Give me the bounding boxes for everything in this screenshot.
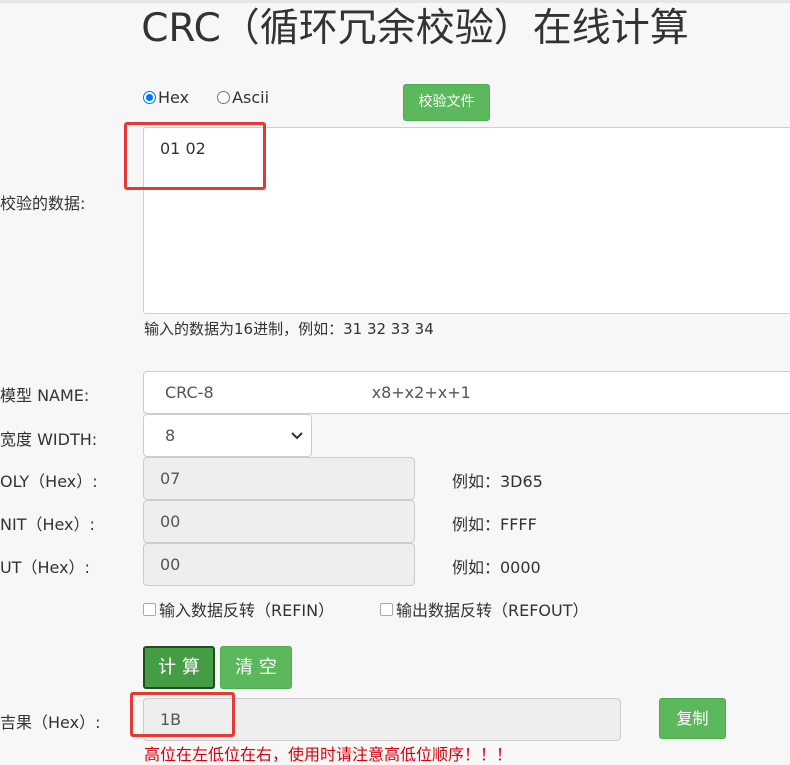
model-polynomial: x8+x2+x+1 xyxy=(371,383,471,402)
input-mode-group: Hex Ascii xyxy=(143,88,297,107)
refin-checkbox-box[interactable] xyxy=(143,602,156,616)
radio-hex[interactable]: Hex xyxy=(143,88,189,107)
model-name-label: 模型 NAME: xyxy=(0,386,90,405)
init-label: NIT（Hex）: xyxy=(0,515,95,534)
radio-ascii-dot[interactable] xyxy=(217,91,231,104)
poly-value: 07 xyxy=(160,469,181,488)
width-value: 8 xyxy=(165,426,176,445)
clear-button[interactable]: 清 空 xyxy=(220,646,292,689)
data-input-hint: 输入的数据为16进制，例如：31 32 33 34 xyxy=(144,320,434,338)
radio-ascii[interactable]: Ascii xyxy=(217,88,269,107)
result-warning: 高位在左低位在右，使用时请注意高低位顺序！！！ xyxy=(144,745,513,764)
model-name-select[interactable]: CRC-8 x8+x2+x+1 xyxy=(143,371,790,414)
xorout-value: 00 xyxy=(160,555,181,574)
refin-checkbox[interactable]: 输入数据反转（REFIN） xyxy=(143,597,334,621)
highlight-result-box xyxy=(130,692,235,737)
init-example: 例如：FFFF xyxy=(452,515,537,534)
refout-checkbox[interactable]: 输出数据反转（REFOUT） xyxy=(380,597,589,621)
width-select[interactable]: 8 xyxy=(143,414,312,457)
radio-hex-label: Hex xyxy=(158,88,190,107)
init-value: 00 xyxy=(160,512,181,531)
refout-checkbox-label: 输出数据反转（REFOUT） xyxy=(396,601,589,620)
calculate-button[interactable]: 计 算 xyxy=(143,646,215,689)
radio-ascii-label: Ascii xyxy=(232,88,270,107)
refin-checkbox-label: 输入数据反转（REFIN） xyxy=(159,601,335,620)
copy-button[interactable]: 复制 xyxy=(659,698,726,739)
poly-label: OLY（Hex）: xyxy=(0,472,98,491)
highlight-data-box xyxy=(124,122,266,190)
poly-example: 例如：3D65 xyxy=(452,472,543,491)
poly-input[interactable]: 07 xyxy=(143,457,415,500)
radio-hex-dot[interactable] xyxy=(143,91,156,104)
xorout-input[interactable]: 00 xyxy=(143,543,415,586)
chevron-down-icon xyxy=(291,431,303,439)
model-name-value: CRC-8 xyxy=(165,383,214,402)
xorout-label: UT（Hex）: xyxy=(0,558,90,577)
top-divider xyxy=(0,0,790,3)
xorout-example: 例如：0000 xyxy=(452,558,541,577)
data-input-label: 校验的数据: xyxy=(0,194,86,213)
result-label: 吉果（Hex）: xyxy=(0,713,101,732)
init-input[interactable]: 00 xyxy=(143,500,415,543)
refout-checkbox-box[interactable] xyxy=(380,602,393,616)
verify-file-button[interactable]: 校验文件 xyxy=(403,84,490,121)
width-label: 宽度 WIDTH: xyxy=(0,430,98,449)
page-title: CRC（循环冗余校验）在线计算 xyxy=(141,6,689,51)
